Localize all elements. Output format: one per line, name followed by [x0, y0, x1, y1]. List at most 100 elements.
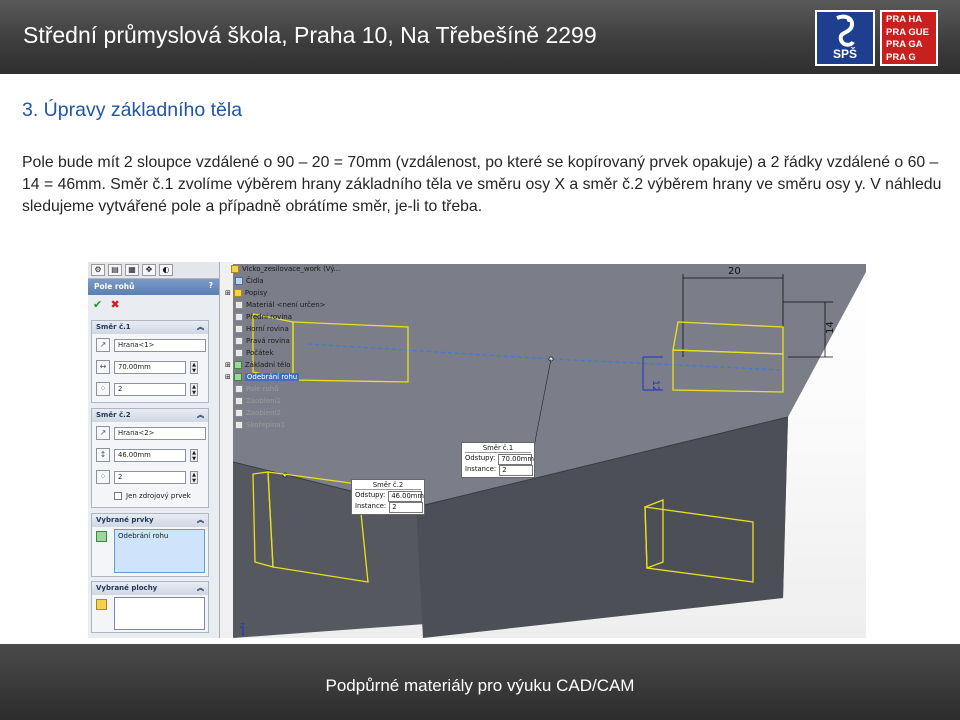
sps-logo: SPŠ [815, 10, 875, 66]
direction2-header[interactable]: Směr č.2 ︽ [92, 409, 208, 422]
tree-item-shell1[interactable]: Skořepina1 [235, 419, 285, 430]
instances-spinner[interactable]: ▲ ▼ [190, 382, 198, 396]
tree-item-corner-pattern[interactable]: Pole rohů [235, 383, 279, 394]
fillet-icon [235, 396, 243, 405]
direction2-group: Směr č.2 ︽ ↗ Hrana<2> ↕ 46.00mm ▲ ▼ ⁘ 2 ▲… [91, 408, 209, 508]
direction1-spacing-field[interactable]: 70.00mm [114, 360, 186, 374]
spacing-spinner[interactable]: ▲ ▼ [190, 448, 198, 462]
pattern-icon [235, 384, 243, 393]
tree-item-base-body[interactable]: ⊞ Základní tělo [225, 359, 291, 370]
selected-feature-item[interactable]: Odebrání rohu [118, 532, 201, 540]
direction1-header[interactable]: Směr č.1 ︽ [92, 321, 208, 334]
tree-item-front-plane[interactable]: Přední rovina [235, 311, 292, 322]
selected-faces-header-label: Vybrané plochy [96, 584, 158, 592]
cancel-button[interactable]: ✖ [110, 298, 119, 311]
selected-features-list[interactable]: Odebrání rohu [114, 529, 205, 573]
tree-item-label: Základní tělo [244, 360, 291, 369]
tree-root-label: Vicko_zesilovace_work (Vý... [242, 264, 341, 273]
instances-icon: ⁘ [96, 382, 110, 396]
instruction-paragraph: Pole bude mít 2 sloupce vzdálené o 90 – … [22, 154, 942, 215]
callout2-instances-value[interactable]: 2 [389, 502, 424, 513]
material-icon [235, 300, 243, 309]
collapse-chevron-icon[interactable]: ︽ [197, 322, 204, 332]
header-title: Střední průmyslová škola, Praha 10, Na T… [23, 22, 597, 48]
callout1-spacing-value[interactable]: 70.00mm [498, 454, 534, 465]
cut-icon [233, 372, 242, 381]
direction2-callout[interactable]: Směr č.2 Odstupy: 46.00mm Instance: 2 [351, 479, 425, 515]
part-icon [231, 264, 239, 273]
instances-spinner[interactable]: ▲ ▼ [190, 470, 198, 484]
tree-item-fillet1[interactable]: Zaoblení1 [235, 395, 281, 406]
manager-tabs: ⚙ ▤ ▦ ✥ ◐ [88, 262, 219, 279]
shell-icon [235, 420, 243, 429]
praha-logo-line: PRA G [886, 51, 916, 63]
callout2-instances-label: Instance: [355, 502, 387, 510]
callout2-spacing-value[interactable]: 46.00mm [388, 491, 424, 502]
sps-logo-text: SPŠ [832, 47, 857, 61]
tree-item-label: Odebrání rohu [244, 372, 300, 381]
dimxpert-tab-icon[interactable]: ✥ [142, 264, 156, 276]
spacing-icon: ↕ [96, 448, 110, 462]
seed-only-row: Jen zdrojový prvek [114, 492, 191, 500]
slide-footer: Podpůrné materiály pro výuku CAD/CAM [0, 644, 960, 720]
tree-item-sensors[interactable]: Čidla [235, 275, 264, 286]
direction1-spacing-row: ↔ 70.00mm ▲ ▼ [96, 360, 198, 374]
tree-item-label: Popisy [244, 288, 268, 297]
selected-faces-group: Vybrané plochy ︽ [91, 581, 209, 633]
collapse-chevron-icon[interactable]: ︽ [197, 583, 204, 593]
direction2-spacing-row: ↕ 46.00mm ▲ ▼ [96, 448, 198, 462]
reverse-direction-icon[interactable]: ↗ [96, 426, 110, 440]
slide-header: Střední průmyslová škola, Praha 10, Na T… [0, 0, 960, 74]
direction1-edge-row: ↗ Hrana<1> [96, 338, 206, 352]
tree-item-label: Skořepina1 [246, 420, 286, 429]
direction2-edge-field[interactable]: Hrana<2> [114, 426, 206, 440]
direction1-instances-field[interactable]: 2 [114, 382, 186, 396]
tree-root[interactable]: Vicko_zesilovace_work (Vý... [231, 263, 340, 274]
origin-icon [235, 348, 243, 357]
property-tab-icon[interactable]: ▤ [108, 264, 122, 276]
tree-item-label: Pravá rovina [246, 336, 290, 345]
reverse-direction-icon[interactable]: ↗ [96, 338, 110, 352]
direction1-header-label: Směr č.1 [96, 323, 131, 331]
spacing-icon: ↔ [96, 360, 110, 374]
direction1-edge-field[interactable]: Hrana<1> [114, 338, 206, 352]
sensor-icon [235, 276, 243, 285]
tree-item-material[interactable]: Materiál <není určen> [235, 299, 326, 310]
direction2-spacing-field[interactable]: 46.00mm [114, 448, 186, 462]
property-manager-title: Pole rohů [94, 282, 135, 291]
dim-right-value[interactable]: 14 [825, 321, 836, 334]
callout1-spacing-label: Odstupy: [465, 454, 496, 462]
collapse-chevron-icon[interactable]: ︽ [197, 410, 204, 420]
tree-item-label: Zaoblení1 [246, 396, 281, 405]
direction2-instances-field[interactable]: 2 [114, 470, 186, 484]
tree-item-corner-cut[interactable]: ⊞ Odebrání rohu [225, 371, 300, 382]
selected-features-header[interactable]: Vybrané prvky ︽ [92, 514, 208, 527]
tree-item-origin[interactable]: Počátek [235, 347, 274, 358]
tree-item-top-plane[interactable]: Horní rovina [235, 323, 289, 334]
instances-icon: ⁘ [96, 470, 110, 484]
dim-top-value[interactable]: 20 [728, 266, 741, 277]
cad-screenshot: ⚙ ▤ ▦ ✥ ◐ Pole rohů ? ✔ ✖ Směr č.1 ︽ ↗ H… [88, 262, 866, 638]
tree-item-right-plane[interactable]: Pravá rovina [235, 335, 290, 346]
help-icon[interactable]: ? [209, 281, 213, 290]
annotation-icon [233, 288, 242, 297]
spacing-spinner[interactable]: ▲ ▼ [190, 360, 198, 374]
feature-tree: Vicko_zesilovace_work (Vý... Čidla ⊞ Pop… [221, 262, 340, 638]
extrude-icon [233, 360, 242, 369]
seed-only-label: Jen zdrojový prvek [126, 492, 191, 500]
direction1-callout[interactable]: Směr č.1 Odstupy: 70.00mm Instance: 2 [461, 442, 535, 478]
collapse-chevron-icon[interactable]: ︽ [197, 515, 204, 525]
feature-tree-tab-icon[interactable]: ⚙ [91, 264, 105, 276]
seed-only-checkbox[interactable] [114, 492, 122, 500]
selected-features-group: Vybrané prvky ︽ Odebrání rohu [91, 513, 209, 577]
tree-item-annotations[interactable]: ⊞ Popisy [225, 287, 267, 298]
selected-faces-list[interactable] [114, 597, 205, 630]
callout1-instances-value[interactable]: 2 [499, 465, 534, 476]
ok-button[interactable]: ✔ [93, 298, 102, 311]
direction2-edge-row: ↗ Hrana<2> [96, 426, 206, 440]
tree-item-label: Zaoblení2 [246, 408, 281, 417]
selected-faces-header[interactable]: Vybrané plochy ︽ [92, 582, 208, 595]
config-tab-icon[interactable]: ▦ [125, 264, 139, 276]
tree-item-fillet2[interactable]: Zaoblení2 [235, 407, 281, 418]
display-tab-icon[interactable]: ◐ [159, 264, 173, 276]
